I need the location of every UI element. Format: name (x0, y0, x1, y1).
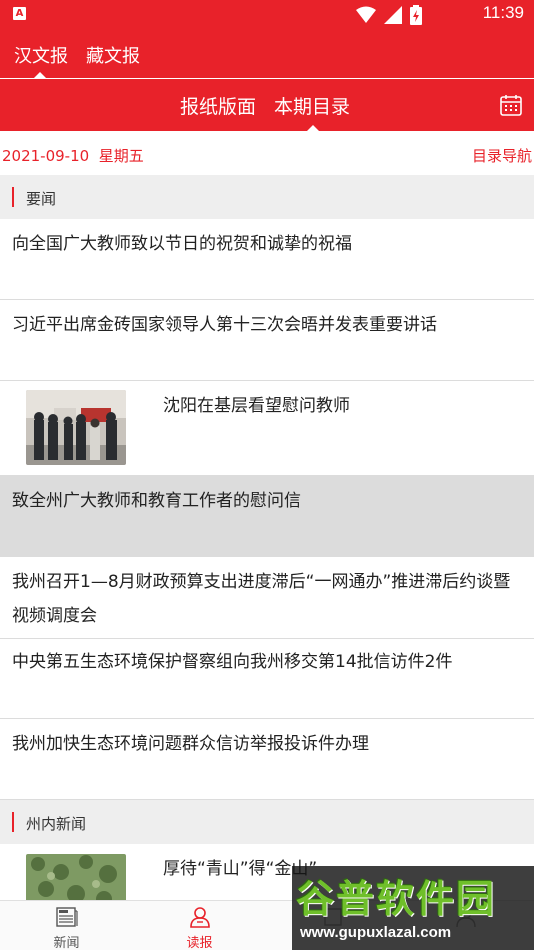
reader-icon (190, 907, 210, 928)
article-title: 致全州广大教师和教育工作者的慰问信 (12, 491, 301, 511)
article-title: 我州加快生态环境问题群众信访举报投诉件办理 (12, 734, 369, 754)
tab-news[interactable]: 新闻 (0, 901, 133, 950)
list-item[interactable]: 中央第五生态环境保护督察组向我州移交第14批信访件2件 (0, 639, 534, 719)
watermark-logo: 谷普软件园 (296, 877, 497, 921)
list-item[interactable]: 我州加快生态环境问题群众信访举报投诉件办理 (0, 719, 534, 800)
tab-table-of-contents[interactable]: 本期目录 (274, 92, 350, 119)
list-item[interactable]: 习近平出席金砖国家领导人第十三次会晤并发表重要讲话 (0, 300, 534, 381)
status-bar: A 11:39 (0, 0, 534, 30)
tab-han-edition[interactable]: 汉文报 (14, 42, 68, 68)
section-header: 要闻 (0, 175, 534, 219)
tab-reader[interactable]: 读报 (133, 901, 266, 950)
article-thumbnail (26, 390, 126, 465)
issue-date: 2021-09-10 星期五 (2, 147, 144, 165)
section-marker (12, 812, 14, 832)
newspaper-icon (56, 907, 78, 927)
tab-label: 新闻 (53, 936, 80, 950)
article-title: 习近平出席金砖国家领导人第十三次会晤并发表重要讲话 (12, 315, 437, 335)
article-title: 中央第五生态环境保护督察组向我州移交第14批信访件2件 (12, 652, 453, 672)
tab-tibetan-edition[interactable]: 藏文报 (86, 42, 140, 68)
watermark-url: www.gupuxlazal.com (300, 924, 452, 941)
section-marker (12, 187, 14, 207)
list-item[interactable]: 向全国广大教师致以节日的祝贺和诚挚的祝福 (0, 219, 534, 300)
article-title: 我州召开1—8月财政预算支出进度滞后“一网通办”推进滞后约谈暨视频调度会 (12, 572, 511, 626)
edition-tabs: 汉文报 藏文报 (0, 30, 534, 78)
watermark: 谷普软件园 www.gupuxlazal.com (292, 866, 534, 950)
tab-newspaper-pages[interactable]: 报纸版面 (180, 92, 256, 119)
section-title: 要闻 (26, 190, 57, 208)
list-item[interactable]: 我州召开1—8月财政预算支出进度滞后“一网通办”推进滞后约谈暨视频调度会 (0, 557, 534, 639)
calendar-icon[interactable] (500, 94, 522, 116)
list-item[interactable]: 致全州广大教师和教育工作者的慰问信 (0, 476, 534, 557)
list-item[interactable]: 沈阳在基层看望慰问教师 (0, 381, 534, 476)
article-title: 沈阳在基层看望慰问教师 (163, 396, 350, 416)
clock: 11:39 (482, 3, 524, 22)
active-tab-indicator (34, 72, 46, 78)
view-tabs: 报纸版面 本期目录 (0, 79, 534, 131)
section-title: 州内新闻 (26, 815, 87, 833)
date-bar: 2021-09-10 星期五 目录导航 (0, 131, 534, 175)
tab-label: 读报 (186, 936, 213, 950)
article-thumbnail (26, 854, 126, 900)
contents-nav-link[interactable]: 目录导航 (472, 145, 532, 166)
battery-icon (410, 5, 422, 25)
app-notification-icon: A (13, 7, 26, 20)
signal-icon (384, 6, 402, 24)
article-title: 向全国广大教师致以节日的祝贺和诚挚的祝福 (12, 234, 352, 254)
wifi-icon (356, 6, 376, 23)
section-header: 州内新闻 (0, 800, 534, 844)
